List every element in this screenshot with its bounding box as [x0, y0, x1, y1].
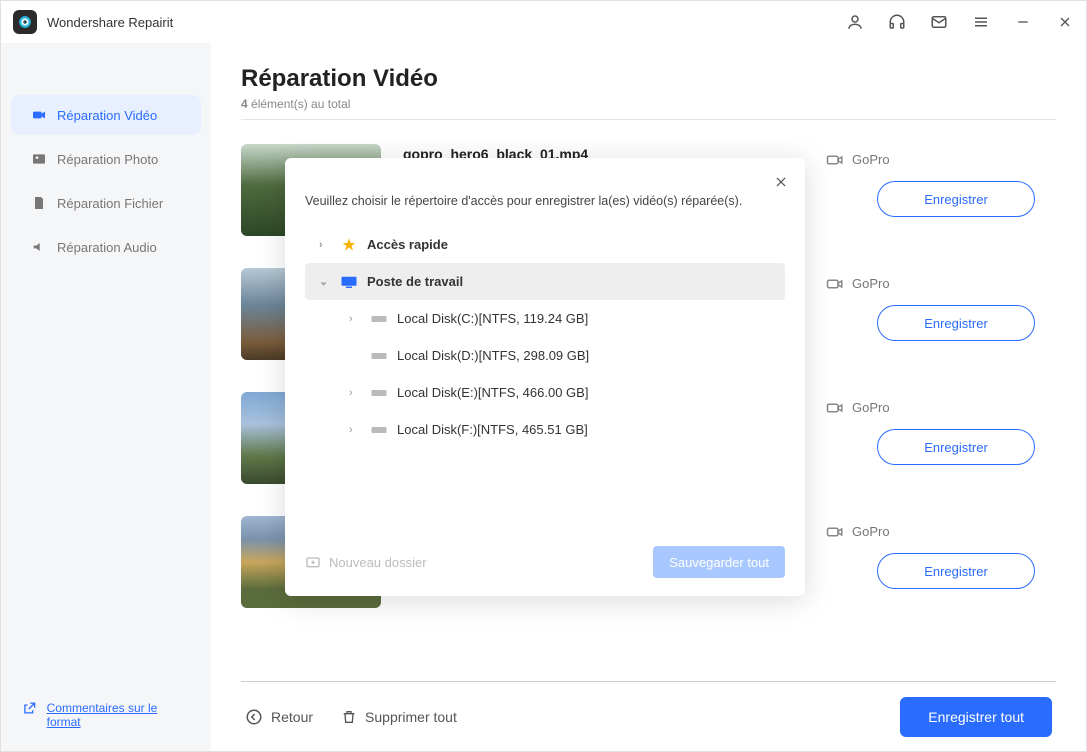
- drive-icon: [369, 383, 389, 403]
- tree-drive[interactable]: › Local Disk(C:)[NTFS, 119.24 GB]: [305, 300, 785, 337]
- folder-plus-icon: [305, 554, 321, 570]
- modal-close-button[interactable]: [771, 172, 791, 192]
- drive-icon: [369, 420, 389, 440]
- modal-overlay: Veuillez choisir le répertoire d'accès p…: [0, 0, 1087, 752]
- chevron-right-icon: ›: [349, 387, 361, 399]
- new-folder-button[interactable]: Nouveau dossier: [305, 554, 427, 570]
- chevron-right-icon: ›: [319, 239, 331, 251]
- close-icon: [774, 175, 788, 189]
- directory-tree: › Accès rapide ⌄ Poste de travail › Loca…: [305, 226, 785, 448]
- computer-icon: [339, 272, 359, 292]
- drive-icon: [369, 346, 389, 366]
- tree-drive[interactable]: › Local Disk(E:)[NTFS, 466.00 GB]: [305, 374, 785, 411]
- tree-quick-access[interactable]: › Accès rapide: [305, 226, 785, 263]
- drive-icon: [369, 309, 389, 329]
- tree-drive[interactable]: › Local Disk(F:)[NTFS, 465.51 GB]: [305, 411, 785, 448]
- chevron-right-icon: ›: [349, 424, 361, 436]
- modal-save-button[interactable]: Sauvegarder tout: [653, 546, 785, 578]
- save-directory-modal: Veuillez choisir le répertoire d'accès p…: [285, 158, 805, 596]
- tree-drive[interactable]: › Local Disk(D:)[NTFS, 298.09 GB]: [305, 337, 785, 374]
- chevron-down-icon: ⌄: [319, 275, 331, 288]
- modal-instruction: Veuillez choisir le répertoire d'accès p…: [305, 194, 785, 208]
- chevron-right-icon: ›: [349, 313, 361, 325]
- tree-workstation[interactable]: ⌄ Poste de travail: [305, 263, 785, 300]
- star-icon: [339, 235, 359, 255]
